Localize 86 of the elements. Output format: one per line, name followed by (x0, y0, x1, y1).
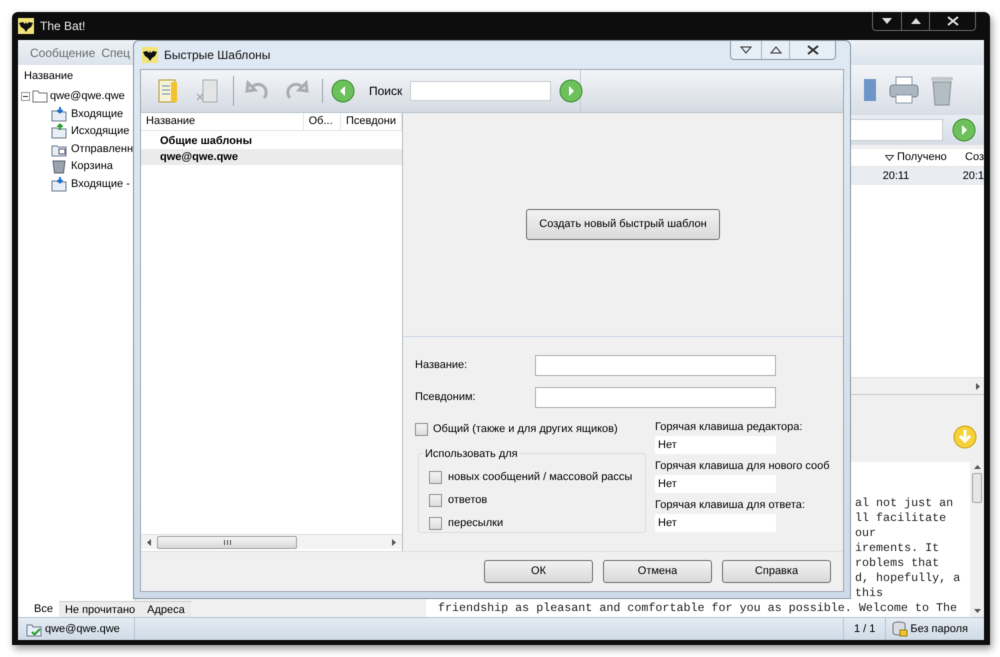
message-text-line: this (855, 586, 884, 601)
status-count: 1 / 1 (842, 618, 886, 640)
option-checkbox[interactable] (429, 471, 442, 484)
folder-tab[interactable]: Не прочитано (58, 601, 142, 617)
dialog-title: Быстрые Шаблоны (164, 47, 270, 64)
sort-caret-icon (885, 154, 894, 160)
database-lock-icon (892, 621, 908, 637)
hotkey-label: Горячая клавиша для ответа: (655, 498, 806, 513)
search-go-button[interactable] (952, 118, 976, 142)
scroll-right-icon[interactable] (976, 382, 980, 390)
folder-item[interactable]: Входящие - (71, 176, 130, 192)
message-text-line: d, hopefully, a (855, 571, 960, 586)
scrollbar-thumb[interactable] (972, 473, 982, 503)
bat-logo-icon (18, 18, 34, 34)
folder-item[interactable]: Исходящие (71, 123, 130, 140)
folder-icon (32, 89, 48, 103)
column-header[interactable]: Получено (882, 149, 962, 166)
folder-icon (51, 106, 67, 122)
scroll-up-icon[interactable] (974, 465, 980, 469)
scroll-down-icon[interactable] (974, 609, 980, 613)
message-text-line: al not just an (855, 496, 954, 511)
hotkey-field[interactable]: Нет (655, 475, 776, 493)
message-text-line: our (855, 526, 876, 541)
folder-item[interactable]: Входящие (71, 106, 124, 122)
column-header[interactable]: Об... (304, 113, 341, 130)
search-field[interactable] (410, 81, 552, 101)
alias-label: Псевдоним: (415, 390, 477, 405)
alias-field[interactable] (535, 386, 776, 408)
window-title: The Bat! (40, 18, 86, 35)
folder-icon (51, 123, 67, 140)
option-label: ответов (448, 493, 488, 508)
message-text-line: irements. It (855, 541, 940, 556)
message-text-line: roblems that (855, 556, 940, 571)
shared-checkbox[interactable] (415, 422, 428, 436)
message-text-line: ll facilitate (855, 511, 946, 526)
folder-icon (51, 176, 67, 192)
folder-header[interactable]: Название (18, 65, 135, 87)
menu-item[interactable]: Сообщение (30, 44, 96, 62)
collapse-toggle[interactable] (21, 92, 30, 100)
bat-logo-icon (142, 47, 158, 63)
scrollbar-thumb[interactable] (157, 536, 297, 548)
account-label[interactable]: qwe@qwe.qwe (50, 88, 125, 104)
option-label: новых сообщений / массовой рассы (448, 470, 632, 486)
dialog-button[interactable]: ОК (484, 560, 593, 583)
folder-tab[interactable]: Адреса (141, 601, 191, 617)
template-group-row[interactable]: Общие шаблоны (141, 133, 402, 149)
column-header[interactable]: Соз (962, 149, 984, 166)
vertical-scrollbar[interactable] (970, 462, 984, 617)
template-group-row[interactable]: qwe@qwe.qwe (141, 149, 402, 165)
use-for-legend: Использовать для (423, 446, 520, 462)
name-field[interactable] (535, 354, 776, 376)
hotkey-label: Горячая клавиша редактора: (655, 420, 804, 435)
option-checkbox[interactable] (429, 494, 442, 507)
caret-down-icon (740, 46, 752, 54)
status-security: Без пароля (910, 622, 968, 637)
search-label: Поиск (369, 83, 402, 100)
menu-item[interactable]: Спец (101, 44, 130, 62)
folder-item[interactable]: Отправленн (71, 140, 134, 157)
shared-label: Общий (также и для других ящиков) (433, 422, 618, 437)
status-account: qwe@qwe.qwe (45, 622, 120, 637)
option-checkbox[interactable] (429, 517, 442, 530)
close-icon (946, 16, 958, 26)
search-go-button[interactable] (559, 79, 584, 103)
hotkey-field[interactable]: Нет (655, 436, 776, 454)
column-header[interactable]: Псевдони (341, 113, 402, 130)
dialog-button[interactable]: Отмена (603, 560, 712, 583)
hotkey-field[interactable]: Нет (655, 514, 776, 532)
caret-up-icon (770, 46, 782, 54)
table-cell-text: 20:1 (962, 168, 984, 184)
dialog-button[interactable]: Справка (722, 560, 831, 583)
name-label: Название: (415, 358, 468, 373)
option-label: пересылки (448, 516, 504, 532)
trash-icon[interactable] (930, 74, 954, 106)
caret-up-icon (910, 18, 920, 24)
printer-icon[interactable] (888, 75, 920, 105)
back-button[interactable] (331, 79, 355, 103)
message-text-line: friendship as pleasant and comfortable for you as possible. Welcome to The (438, 601, 958, 616)
trash-icon (51, 158, 67, 174)
caret-down-icon (882, 18, 892, 24)
table-cell-text: 20:11 (882, 168, 910, 184)
account-icon (26, 622, 42, 636)
create-template-button[interactable]: Создать новый быстрый шаблон (526, 209, 720, 240)
column-header[interactable]: Название (141, 113, 304, 130)
close-icon (806, 45, 818, 55)
hotkey-label: Горячая клавиша для нового сооб (655, 459, 831, 474)
folder-item[interactable]: Корзина (71, 158, 113, 174)
